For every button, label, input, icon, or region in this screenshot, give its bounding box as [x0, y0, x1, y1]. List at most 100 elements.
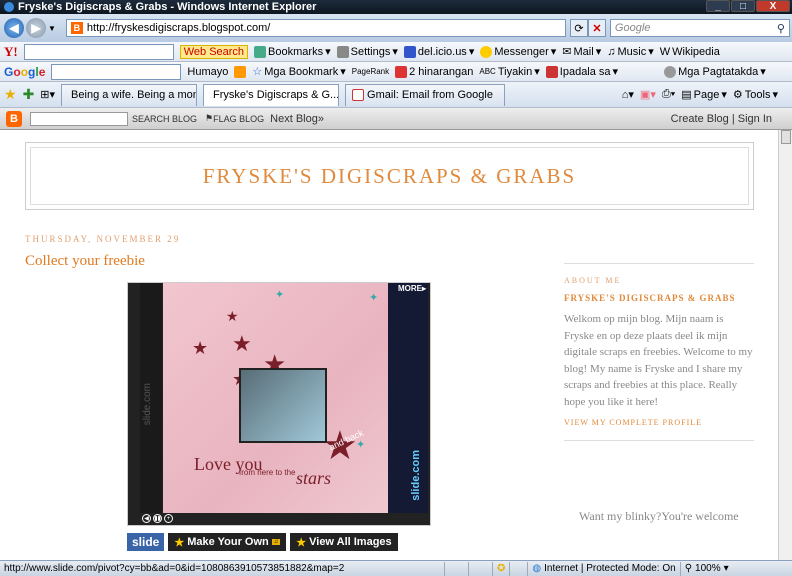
next-blog-link[interactable]: Next Blog» [270, 113, 324, 125]
search-placeholder: Google [614, 22, 651, 34]
history-dropdown-icon[interactable]: ▼ [48, 24, 56, 33]
bookmarks-menu[interactable]: Bookmarks ▾ [254, 45, 331, 58]
google-search-input[interactable] [51, 63, 182, 80]
address-input[interactable]: B http://fryskesdigiscraps.blogspot.com/ [65, 19, 566, 37]
zoom-control[interactable]: ⚲ 100% ▾ [679, 561, 733, 576]
globe-icon: ◍ [532, 563, 542, 574]
google-options-icon[interactable] [234, 65, 247, 78]
spellcheck-button[interactable]: ABC Tiyakin ▾ [479, 65, 539, 79]
settings-menu[interactable]: Settings ▾ [336, 45, 398, 58]
popup-blocker[interactable]: 2 hinarangan [395, 65, 473, 78]
wikipedia-label: Wikipedia [672, 45, 720, 58]
gmail-favicon-icon [352, 89, 365, 101]
search-input[interactable]: Google ⚲ [609, 19, 790, 37]
status-panel [444, 561, 468, 576]
security-zone[interactable]: ✪ [492, 561, 509, 576]
google-letter: e [38, 64, 46, 79]
humayo-button[interactable]: Humayo [187, 66, 228, 78]
sparkle-icon: ✦ [275, 289, 285, 301]
google-letter: o [13, 64, 21, 79]
back-button[interactable]: ◀ [4, 18, 24, 38]
search-blog-button[interactable]: SEARCH BLOG [132, 114, 197, 124]
google-letter: o [20, 64, 29, 79]
feeds-icon[interactable]: ▣▾ [640, 88, 656, 101]
pagerank-indicator[interactable]: PageRank [352, 67, 389, 76]
flag-icon[interactable]: ⚑ [205, 113, 213, 124]
yahoo-logo-icon[interactable]: Y! [4, 44, 18, 60]
prev-icon[interactable]: ◀ [142, 514, 151, 523]
tab-being-a-wife[interactable]: Being a wife. Being a mom... [61, 83, 198, 106]
print-icon[interactable]: ⎙▾ [662, 88, 675, 101]
maximize-button[interactable]: □ [731, 0, 755, 12]
page-menu[interactable]: ▤ Page ▾ [681, 88, 727, 102]
star-bullet-icon: ★ [296, 536, 307, 549]
add-favorites-icon[interactable]: ✚ [23, 86, 35, 103]
make-your-own-button[interactable]: ★ Make Your Own ♫ [168, 533, 287, 551]
web-search-button[interactable]: Web Search [179, 44, 249, 59]
address-bar-row: ◀ ▶ ▼ B http://fryskesdigiscraps.blogspo… [0, 14, 792, 42]
minimize-button[interactable]: _ [706, 0, 730, 12]
status-bar: http://www.slide.com/pivot?cy=bb&ad=0&id… [0, 560, 792, 576]
create-blog-link[interactable]: Create Blog [671, 113, 729, 125]
tools-gear-icon: ⚙ [732, 89, 743, 101]
refresh-button[interactable]: ⟳ [569, 19, 588, 37]
wikipedia-button[interactable]: W Wikipedia [660, 46, 720, 58]
settings-gear-icon [664, 65, 677, 78]
view-profile-link[interactable]: VIEW MY COMPLETE PROFILE [564, 418, 754, 427]
music-menu[interactable]: ♫ Music ▾ [607, 45, 654, 59]
tab-gmail[interactable]: Gmail: Email from Google [345, 83, 506, 106]
flag-blog-button[interactable]: FLAG BLOG [213, 114, 264, 124]
tab-fryske[interactable]: Fryske's Digiscraps & G... [203, 83, 340, 106]
pause-icon[interactable]: ▮▮ [153, 514, 162, 523]
favorites-star-icon[interactable]: ★ [4, 86, 17, 103]
messenger-menu[interactable]: Messenger ▾ [480, 45, 556, 58]
sign-in-link[interactable]: Sign In [738, 113, 772, 125]
zoom-icon: ⚲ [684, 563, 693, 574]
post-date: THURSDAY, NOVEMBER 29 [25, 234, 181, 244]
close-button[interactable]: X [756, 0, 790, 12]
mail-label: Mail [573, 45, 594, 58]
google-logo[interactable]: Google [4, 65, 45, 79]
yahoo-toolbar: Y! Web Search Bookmarks ▾ Settings ▾ del.i… [0, 42, 792, 62]
page-content: FRYSKE'S DIGISCRAPS & GRABS THURSDAY, NO… [0, 130, 778, 560]
music-badge-icon: ♫ [271, 539, 281, 545]
scroll-thumb[interactable] [781, 130, 791, 144]
slide-logo-button[interactable]: slide [127, 533, 165, 551]
post-title[interactable]: Collect your freebie [25, 253, 145, 270]
tools-menu[interactable]: ⚙ Tools ▾ [732, 88, 778, 102]
bookmarks-icon [254, 45, 267, 58]
stop-button[interactable]: ✕ [587, 19, 606, 37]
more-label: MORE [397, 284, 422, 293]
star-icon: ★ [232, 331, 252, 356]
plus-icon[interactable]: + [164, 514, 173, 523]
blog-header: FRYSKE'S DIGISCRAPS & GRABS [25, 142, 754, 210]
slide-widget[interactable]: ★ ★ ★ ★ ★ ★ ✦ ✦ ✦ and back Love you from… [127, 282, 431, 526]
mail-menu[interactable]: ✉ Mail ▾ [562, 45, 601, 59]
view-all-images-button[interactable]: ★ View All Images [290, 533, 398, 551]
yahoo-search-input[interactable] [23, 43, 174, 60]
popup-blocker-icon [395, 65, 408, 78]
send-to-label: Ipadala sa [559, 65, 611, 78]
quick-tabs-icon[interactable]: ⊞▾ [40, 88, 55, 101]
more-button[interactable]: MORE▸ [398, 284, 426, 293]
forward-button[interactable]: ▶ [26, 18, 46, 38]
wikipedia-icon: W [659, 45, 671, 58]
send-to-menu[interactable]: Ipadala sa ▾ [545, 65, 618, 78]
zone-indicator[interactable]: ◍ Internet | Protected Mode: On [527, 561, 679, 576]
window-titlebar: Fryske's Digiscraps & Grabs - Windows In… [0, 0, 792, 14]
zone-label: Internet | Protected Mode: On [544, 563, 676, 574]
mail-icon: ✉ [562, 46, 572, 58]
page-label: Page [693, 88, 720, 101]
ie-icon [4, 2, 14, 12]
vertical-scrollbar[interactable] [778, 130, 792, 560]
profile-name-link[interactable]: FRYSKE'S DIGISCRAPS & GRABS [564, 293, 754, 303]
search-icon[interactable]: ⚲ [777, 22, 785, 35]
settings-icon [336, 45, 349, 58]
mga-bookmark-menu[interactable]: ☆ Mga Bookmark ▾ [252, 65, 345, 79]
blogger-logo-icon[interactable]: B [6, 110, 22, 127]
home-icon[interactable]: ⌂▾ [622, 88, 634, 101]
blog-title[interactable]: FRYSKE'S DIGISCRAPS & GRABS [30, 147, 749, 205]
settings-button[interactable]: Mga Pagtatakda ▾ [664, 65, 766, 78]
blog-search-input[interactable] [30, 111, 128, 126]
delicious-button[interactable]: del.icio.us ▾ [403, 45, 474, 58]
